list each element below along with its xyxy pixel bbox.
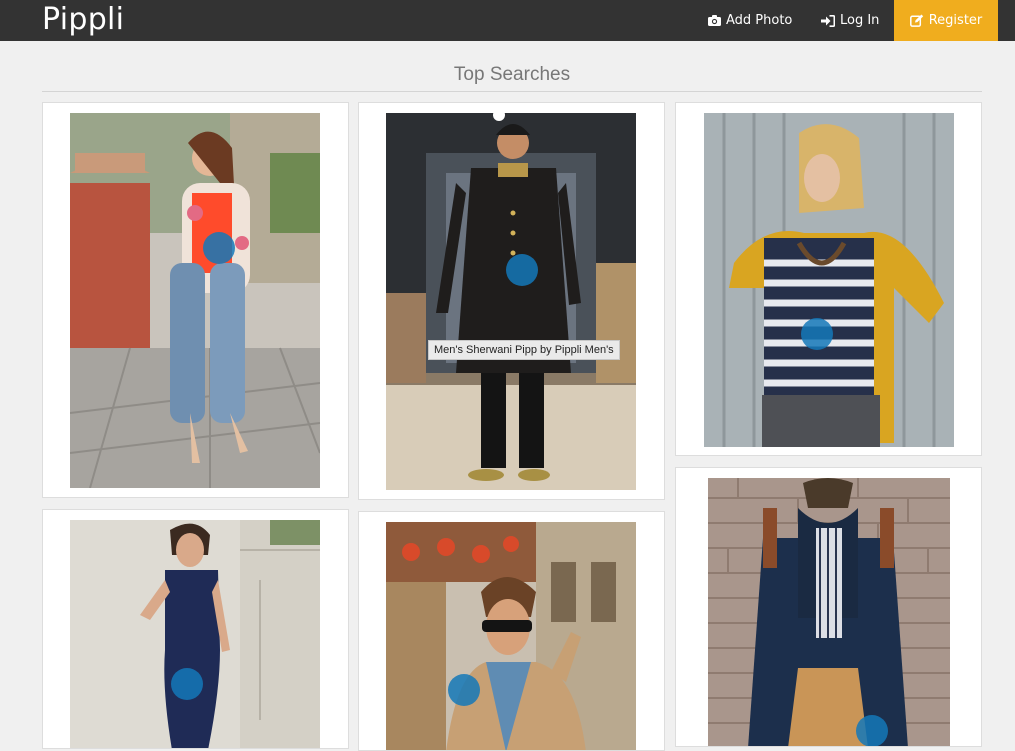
login-button[interactable]: Log In bbox=[821, 0, 879, 41]
photo-card[interactable] bbox=[42, 102, 349, 498]
photo-image[interactable] bbox=[70, 520, 320, 748]
photo-image[interactable] bbox=[708, 478, 950, 746]
photo-card[interactable]: Men's Sherwani Pipp by Pippli Men's bbox=[358, 102, 665, 500]
photo-tooltip: Men's Sherwani Pipp by Pippli Men's bbox=[428, 340, 620, 360]
photo-tag-dot[interactable] bbox=[448, 674, 480, 706]
camera-icon bbox=[708, 15, 721, 26]
brand-logo[interactable]: Pippli bbox=[42, 2, 124, 38]
photo-tag-dot[interactable] bbox=[203, 232, 235, 264]
register-button[interactable]: Register bbox=[894, 0, 998, 41]
photo-tag-dot[interactable] bbox=[856, 715, 888, 746]
sign-in-icon bbox=[821, 14, 835, 27]
photo-image[interactable] bbox=[704, 113, 954, 447]
photo-tag-dot[interactable] bbox=[171, 668, 203, 700]
login-label: Log In bbox=[840, 13, 880, 28]
photo-card[interactable] bbox=[675, 467, 982, 747]
register-label: Register bbox=[928, 13, 983, 28]
photo-tag-dot[interactable] bbox=[801, 318, 833, 350]
photo-tag-dot[interactable] bbox=[506, 254, 538, 286]
photo-card[interactable] bbox=[358, 511, 665, 751]
add-photo-button[interactable]: Add Photo bbox=[708, 0, 792, 41]
add-photo-label: Add Photo bbox=[726, 13, 793, 28]
photo-image[interactable] bbox=[386, 522, 636, 750]
photo-card[interactable] bbox=[675, 102, 982, 456]
photo-card[interactable] bbox=[42, 509, 349, 749]
edit-icon bbox=[909, 14, 924, 27]
top-navbar: Pippli Add Photo Log In Register bbox=[0, 0, 1015, 41]
photo-image[interactable] bbox=[386, 113, 636, 490]
section-divider bbox=[42, 91, 982, 92]
section-title: Top Searches bbox=[453, 64, 571, 85]
photo-image[interactable] bbox=[70, 113, 320, 488]
